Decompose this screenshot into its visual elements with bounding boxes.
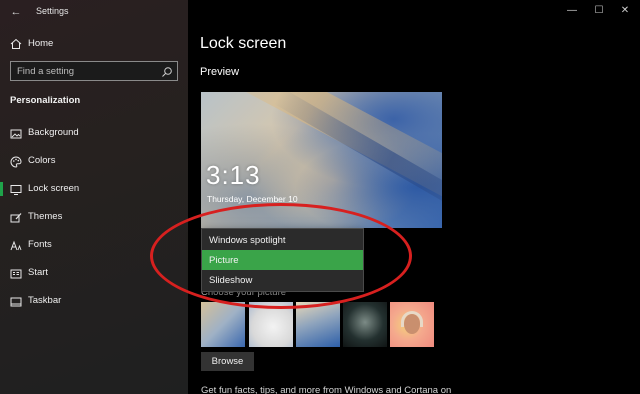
close-button[interactable]: ✕	[615, 3, 635, 19]
search-icon[interactable]	[161, 65, 173, 77]
main-content: — ☐ ✕ Lock screen Preview 3:13 Thursday,…	[188, 0, 640, 394]
picture-thumbnail[interactable]	[343, 302, 387, 347]
sidebar-item-colors[interactable]: Colors	[0, 150, 188, 172]
sidebar-item-label: Fonts	[28, 239, 52, 250]
brush-icon	[10, 211, 22, 223]
palette-icon	[10, 155, 22, 168]
font-icon	[10, 239, 22, 251]
sidebar-item-label: Themes	[28, 211, 63, 222]
picture-thumbnail[interactable]	[296, 302, 340, 347]
picture-thumbnails	[201, 302, 441, 347]
back-button[interactable]: ←	[8, 4, 24, 20]
active-indicator	[0, 182, 3, 196]
taskbar-icon	[10, 295, 22, 307]
sidebar-item-label: Colors	[28, 155, 56, 166]
picture-thumbnail[interactable]	[201, 302, 245, 347]
spotlight-tips-text: Get fun facts, tips, and more from Windo…	[201, 385, 452, 394]
sidebar-item-themes[interactable]: Themes	[0, 206, 188, 228]
browse-button[interactable]: Browse	[201, 352, 254, 371]
page-title: Lock screen	[200, 35, 287, 52]
picture-icon	[10, 127, 22, 139]
sidebar: ← Settings Home Find a setting Personali…	[0, 0, 188, 394]
sidebar-item-lock-screen[interactable]: Lock screen	[0, 178, 188, 200]
sidebar-item-label: Start	[28, 267, 49, 278]
preview-heading: Preview	[200, 66, 240, 78]
start-icon	[10, 267, 22, 279]
sidebar-item-label: Lock screen	[28, 183, 80, 194]
picture-thumbnail[interactable]	[390, 302, 434, 347]
sidebar-item-taskbar[interactable]: Taskbar	[0, 290, 188, 312]
red-annotation-ellipse	[150, 203, 412, 309]
search-input[interactable]: Find a setting	[10, 61, 178, 81]
person-graphic	[404, 314, 420, 334]
home-label: Home	[28, 38, 54, 49]
preview-time: 3:13	[206, 160, 261, 190]
titlebar-left: ← Settings	[0, 0, 188, 24]
minimize-button[interactable]: —	[562, 3, 582, 19]
app-title: Settings	[36, 6, 69, 16]
home-nav-item[interactable]: Home	[0, 34, 188, 54]
maximize-button[interactable]: ☐	[589, 3, 609, 19]
home-icon	[10, 37, 22, 49]
sidebar-item-background[interactable]: Background	[0, 122, 188, 144]
sidebar-item-label: Background	[28, 127, 79, 138]
search-placeholder: Find a setting	[17, 66, 75, 77]
monitor-lock-icon	[10, 183, 22, 195]
section-heading: Personalization	[10, 95, 81, 106]
sidebar-item-label: Taskbar	[28, 295, 62, 306]
